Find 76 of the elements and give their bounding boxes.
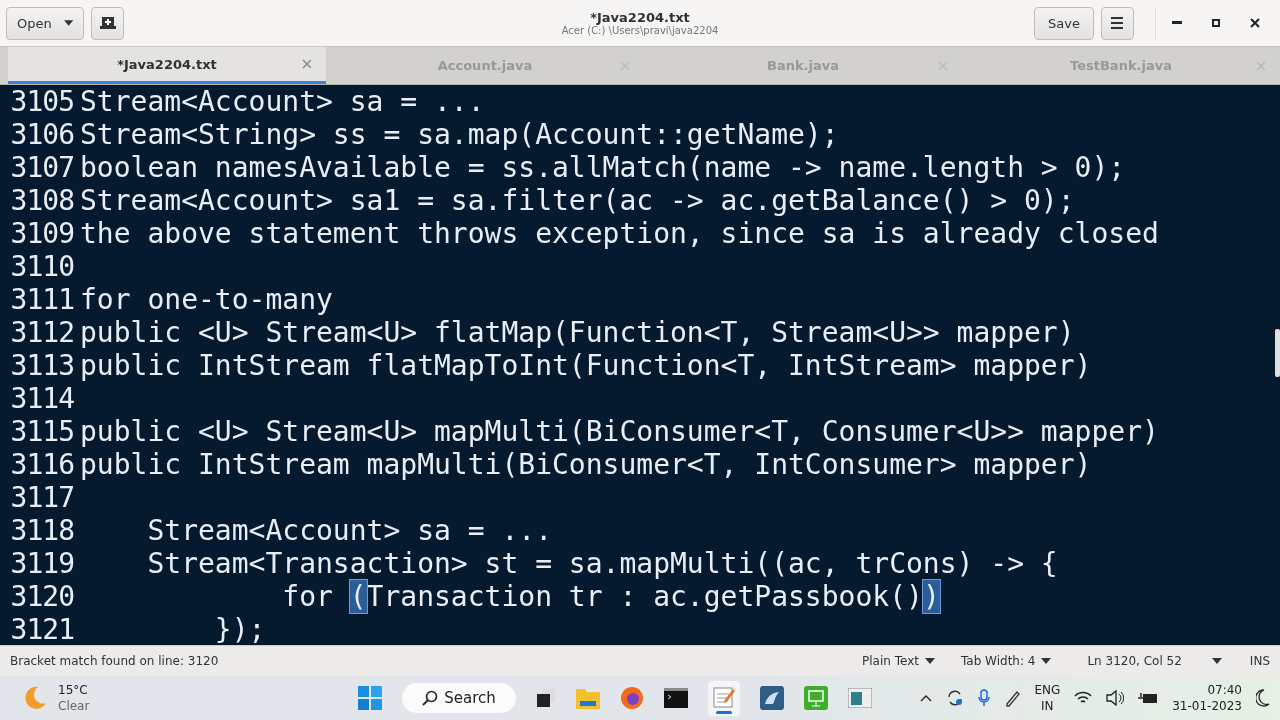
- file-tab[interactable]: *Java2204.txt: [8, 47, 326, 84]
- line-number: 3117: [9, 481, 74, 514]
- code-line: public IntStream flatMapToInt(Function<T, IntStream> mapper): [80, 349, 1092, 382]
- code-line: public IntStream mapMulti(BiConsumer<T, IntConsumer> mapper): [80, 448, 1092, 481]
- line-number: 3116: [9, 448, 74, 481]
- browser-icon[interactable]: [619, 686, 644, 710]
- notepad-icon[interactable]: [711, 684, 736, 709]
- line-number: 3113: [9, 349, 74, 382]
- code-line: Stream<String> ss = sa.map(Account::getName);: [80, 118, 839, 151]
- speaker-icon[interactable]: [1106, 690, 1125, 706]
- tab-width-dropdown[interactable]: Tab Width: 4: [954, 653, 1058, 669]
- caret-icon: [63, 20, 73, 26]
- menu-button[interactable]: [1101, 6, 1134, 40]
- line-number: 3105: [9, 85, 74, 118]
- line-number: 3120: [9, 580, 74, 613]
- line-number: 3110: [9, 250, 74, 283]
- battery-icon[interactable]: [1138, 691, 1159, 705]
- insert-mode: INS: [1249, 654, 1270, 668]
- minimize-icon[interactable]: [1172, 21, 1182, 25]
- code-line: Stream<Transaction> st = sa.mapMulti((ac, trCons) -> {: [146, 547, 1058, 580]
- chevron-up-icon[interactable]: [920, 694, 933, 702]
- code-line: Stream<Account> sa1 = sa.filter(ac -> ac.getBalance() > 0);: [80, 184, 1075, 217]
- file-path: Acer (C:) \Users\pravi\java2204: [561, 25, 719, 36]
- new-tab-button[interactable]: [91, 6, 124, 40]
- line-number: 3109: [9, 217, 74, 250]
- line-number: 3119: [9, 547, 74, 580]
- caret-icon: [1211, 658, 1222, 664]
- line-number: 3118: [9, 514, 74, 547]
- wifi-icon[interactable]: [1074, 691, 1093, 705]
- code-line: boolean namesAvailable = ss.allMatch(name -> name.length > 0);: [80, 151, 1126, 184]
- caret-icon: [1041, 658, 1052, 664]
- line-number: 3115: [9, 415, 74, 448]
- line-number: 3111: [9, 283, 74, 316]
- line-number: 3121: [9, 613, 74, 645]
- code-line: Stream<Account> sa = ...: [80, 85, 485, 118]
- scrollbar-thumb[interactable]: [1275, 329, 1280, 377]
- weather-label[interactable]: Clear: [58, 698, 90, 714]
- sync-icon[interactable]: [946, 689, 965, 707]
- code-line: for one-to-many: [80, 283, 333, 316]
- code-line: public <U> Stream<U> flatMap(Function<T, Stream<U>> mapper): [80, 316, 1075, 349]
- code-line: for (Transaction tr : ac.getPassbook()): [281, 580, 940, 613]
- new-window-icon: [99, 16, 116, 30]
- save-button[interactable]: Save: [1034, 6, 1094, 40]
- folder-icon[interactable]: [575, 687, 600, 709]
- window-title: *Java2204.txt: [590, 10, 690, 25]
- microphone-icon[interactable]: [978, 689, 991, 707]
- status-message: Bracket match found on line: 3120: [10, 654, 219, 668]
- line-number: 3106: [9, 118, 74, 151]
- close-icon[interactable]: [1250, 18, 1260, 28]
- line-number: 3112: [9, 316, 74, 349]
- start-icon[interactable]: [358, 686, 383, 710]
- cursor-position-dropdown[interactable]: Ln 3120, Col 52: [1081, 653, 1228, 669]
- code-line: });: [213, 613, 266, 645]
- terminal-icon[interactable]: [663, 688, 688, 708]
- clock-time[interactable]: 07:40: [1207, 682, 1242, 698]
- line-number: 3108: [9, 184, 74, 217]
- task-view-icon[interactable]: [535, 688, 556, 708]
- region-indicator[interactable]: IN: [1041, 698, 1054, 714]
- menu-icon: [1110, 17, 1125, 29]
- language-dropdown[interactable]: Plain Text: [856, 653, 941, 669]
- code-line: the above statement throws exception, since sa is already closed: [80, 217, 1159, 250]
- moon-icon[interactable]: [1256, 689, 1270, 707]
- temperature[interactable]: 15°C: [58, 682, 90, 698]
- line-number: 3107: [9, 151, 74, 184]
- code-line: public <U> Stream<U> mapMulti(BiConsumer<T, Consumer<U>> mapper): [80, 415, 1159, 448]
- language-indicator[interactable]: ENG: [1034, 682, 1061, 698]
- maximize-icon[interactable]: [1212, 19, 1220, 27]
- search-button[interactable]: Search: [402, 683, 516, 713]
- pen-icon[interactable]: [1004, 689, 1021, 707]
- code-line: Stream<Account> sa = ...: [146, 514, 552, 547]
- line-number: 3114: [9, 382, 74, 415]
- clock-date[interactable]: 31-01-2023: [1172, 698, 1242, 714]
- window-thumbnail-icon[interactable]: [847, 688, 872, 708]
- caret-icon: [924, 658, 935, 664]
- open-button[interactable]: Open: [6, 6, 84, 40]
- search-icon: [422, 690, 439, 706]
